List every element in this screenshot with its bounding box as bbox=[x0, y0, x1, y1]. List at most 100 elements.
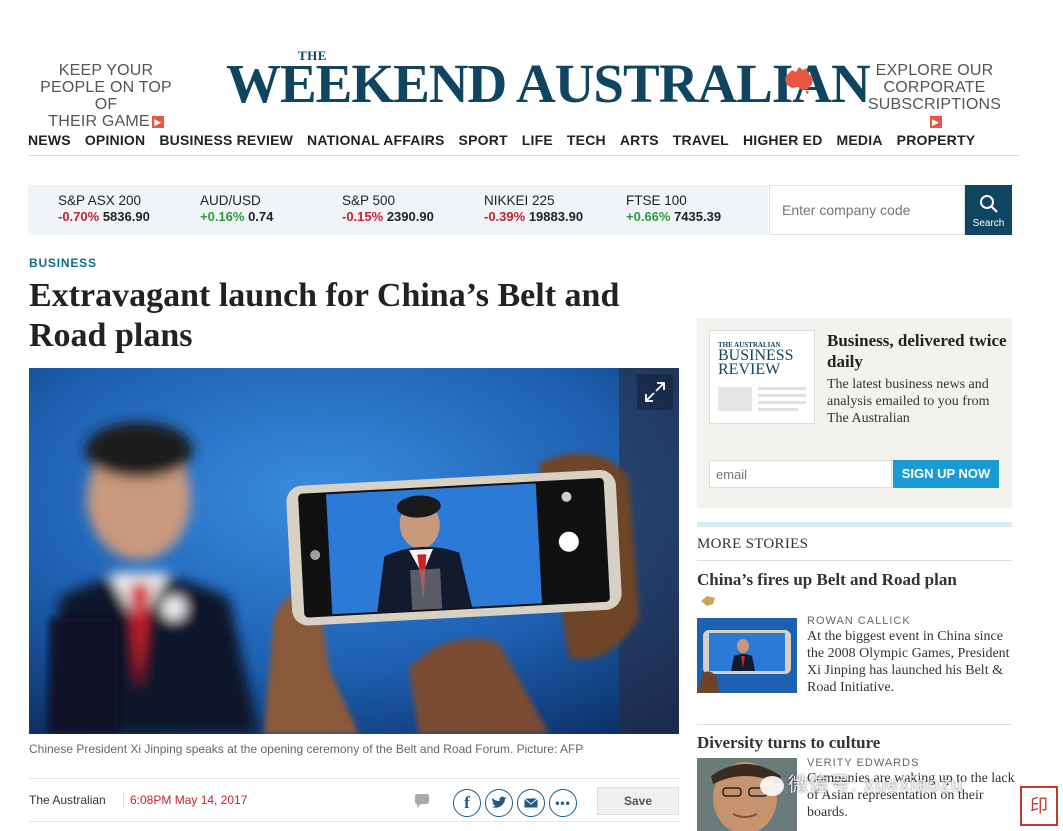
nav-item-media[interactable]: MEDIA bbox=[837, 132, 883, 155]
more-share-button[interactable]: ••• bbox=[549, 789, 577, 817]
search-button[interactable]: Search bbox=[965, 185, 1012, 235]
promo-left-line: KEEP YOUR bbox=[58, 62, 154, 79]
sign-up-button[interactable]: SIGN UP NOW bbox=[893, 460, 999, 488]
ticker-audusd[interactable]: AUD/USD +0.16% 0.74 bbox=[200, 193, 273, 225]
nav-item-life[interactable]: LIFE bbox=[522, 132, 553, 155]
ticker-name: S&P 500 bbox=[342, 193, 396, 208]
article-meta-row: The Australian 6:08PM May 14, 2017 f •••… bbox=[29, 778, 679, 822]
ticker-name: FTSE 100 bbox=[626, 193, 687, 208]
photo-caption: Chinese President Xi Jinping speaks at t… bbox=[29, 742, 584, 756]
watermark-text: 微信号: xuexiaozu bbox=[788, 774, 964, 796]
promo-description: The latest business news and analysis em… bbox=[827, 377, 990, 426]
thumb-title: BUSINESS REVIEW bbox=[718, 348, 794, 378]
facebook-icon: f bbox=[464, 793, 470, 812]
wechat-icon bbox=[760, 775, 784, 796]
ticker-change: -0.70% bbox=[58, 209, 100, 224]
story-title[interactable]: Diversity turns to culture bbox=[697, 733, 880, 753]
thumb-text-line bbox=[758, 401, 806, 404]
story-thumbnail-image bbox=[697, 618, 797, 693]
divider bbox=[697, 560, 1012, 561]
divider bbox=[697, 724, 1012, 725]
arrow-right-icon: ▶ bbox=[929, 115, 942, 128]
thumb-title-line: REVIEW bbox=[718, 361, 781, 378]
hero-photo[interactable] bbox=[29, 368, 679, 734]
nav-item-national-affairs[interactable]: NATIONAL AFFAIRS bbox=[307, 132, 445, 155]
promo-right[interactable]: EXPLORE OUR CORPORATE SUBSCRIPTIONS ▶ bbox=[862, 62, 1007, 130]
ticker-name: AUD/USD bbox=[200, 193, 261, 208]
masthead-logo[interactable]: THE WEEKEND AUSTRALIAN bbox=[226, 44, 871, 114]
more-dots-icon: ••• bbox=[555, 796, 571, 810]
market-ticker-bar: S&P ASX 200 -0.70% 5836.90 AUD/USD +0.16… bbox=[28, 185, 768, 235]
ticker-value: 7435.39 bbox=[674, 209, 722, 224]
ticker-value: 2390.90 bbox=[386, 209, 434, 224]
nav-item-business-review[interactable]: BUSINESS REVIEW bbox=[159, 132, 293, 155]
company-code-field bbox=[769, 185, 965, 235]
thumb-text-line bbox=[758, 394, 806, 397]
promo-left-line: PEOPLE ON TOP OF bbox=[40, 79, 172, 113]
ticker-change: -0.15% bbox=[342, 209, 384, 224]
expand-icon[interactable] bbox=[643, 380, 667, 404]
ticker-nikkei225[interactable]: NIKKEI 225 -0.39% 19883.90 bbox=[484, 193, 583, 225]
ticker-asx200[interactable]: S&P ASX 200 -0.70% 5836.90 bbox=[58, 193, 150, 225]
twitter-share-button[interactable] bbox=[485, 789, 513, 817]
thumb-image bbox=[718, 387, 752, 411]
promo-left[interactable]: KEEP YOUR PEOPLE ON TOP OF THEIR GAME ▶ bbox=[36, 62, 176, 130]
nav-item-opinion[interactable]: OPINION bbox=[85, 132, 146, 155]
ticker-name: S&P ASX 200 bbox=[58, 193, 142, 208]
nav-item-sport[interactable]: SPORT bbox=[459, 132, 508, 155]
ticker-change: -0.39% bbox=[484, 209, 526, 224]
nav-item-news[interactable]: NEWS bbox=[28, 132, 71, 155]
ticker-value: 19883.90 bbox=[528, 209, 584, 224]
promo-left-line: THEIR GAME bbox=[48, 113, 150, 130]
promo-right-line: CORPORATE bbox=[883, 79, 986, 96]
ticker-value: 0.74 bbox=[248, 209, 274, 224]
email-field bbox=[709, 460, 892, 488]
main-nav: NEWS OPINION BUSINESS REVIEW NATIONAL AF… bbox=[28, 132, 1020, 156]
story-thumbnail[interactable] bbox=[697, 618, 797, 693]
more-stories-heading: MORE STORIES bbox=[697, 536, 809, 552]
thumb-text-line bbox=[758, 408, 798, 411]
publish-date: 6:08PM May 14, 2017 bbox=[123, 793, 247, 807]
article-headline: Extravagant launch for China’s Belt and … bbox=[29, 277, 620, 354]
twitter-icon bbox=[492, 796, 507, 808]
nav-item-property[interactable]: PROPERTY bbox=[897, 132, 976, 155]
story-author[interactable]: ROWAN CALLICK bbox=[807, 615, 911, 627]
section-tag[interactable]: BUSINESS bbox=[29, 256, 97, 270]
email-input[interactable] bbox=[710, 461, 891, 487]
story-summary: At the biggest event in China since the … bbox=[807, 629, 1010, 695]
facebook-share-button[interactable]: f bbox=[453, 789, 481, 817]
ticker-value: 5836.90 bbox=[102, 209, 150, 224]
nav-item-travel[interactable]: TRAVEL bbox=[673, 132, 729, 155]
more-stories-accent bbox=[697, 522, 1012, 527]
save-button[interactable]: Save bbox=[597, 787, 679, 815]
red-seal-stamp: 印 bbox=[1020, 786, 1058, 826]
thumb-text-line bbox=[758, 387, 806, 390]
promo-right-line: EXPLORE OUR bbox=[875, 62, 994, 79]
promo-title: Business, delivered twice daily bbox=[827, 331, 1007, 371]
nav-item-arts[interactable]: ARTS bbox=[620, 132, 659, 155]
business-review-thumbnail: THE AUSTRALIAN BUSINESS REVIEW bbox=[709, 330, 815, 424]
premium-tag-icon bbox=[701, 596, 715, 606]
ticker-sp500[interactable]: S&P 500 -0.15% 2390.90 bbox=[342, 193, 434, 225]
search-button-label: Search bbox=[972, 218, 1005, 229]
byline[interactable]: The Australian bbox=[29, 793, 106, 807]
comment-icon[interactable] bbox=[413, 793, 431, 809]
ticker-change: +0.16% bbox=[200, 209, 245, 224]
nav-item-higher-ed[interactable]: HIGHER ED bbox=[743, 132, 823, 155]
masthead-name: WEEKEND AUSTRALIAN bbox=[226, 53, 871, 114]
company-code-input[interactable] bbox=[770, 186, 964, 234]
search-icon bbox=[979, 195, 998, 213]
arrow-right-icon: ▶ bbox=[151, 115, 164, 128]
ticker-ftse100[interactable]: FTSE 100 +0.66% 7435.39 bbox=[626, 193, 721, 225]
ticker-name: NIKKEI 225 bbox=[484, 193, 555, 208]
nav-item-tech[interactable]: TECH bbox=[567, 132, 606, 155]
email-share-button[interactable] bbox=[517, 789, 545, 817]
ticker-change: +0.66% bbox=[626, 209, 671, 224]
hero-photo-illustration bbox=[29, 368, 679, 734]
promo-right-line: SUBSCRIPTIONS bbox=[867, 96, 1002, 113]
wechat-watermark: 微信号: xuexiaozu bbox=[760, 768, 963, 797]
story-title[interactable]: China’s fires up Belt and Road plan bbox=[697, 570, 957, 590]
mail-icon bbox=[524, 798, 538, 808]
newsletter-promo: THE AUSTRALIAN BUSINESS REVIEW Business,… bbox=[697, 318, 1012, 508]
australia-map-icon bbox=[785, 67, 813, 94]
